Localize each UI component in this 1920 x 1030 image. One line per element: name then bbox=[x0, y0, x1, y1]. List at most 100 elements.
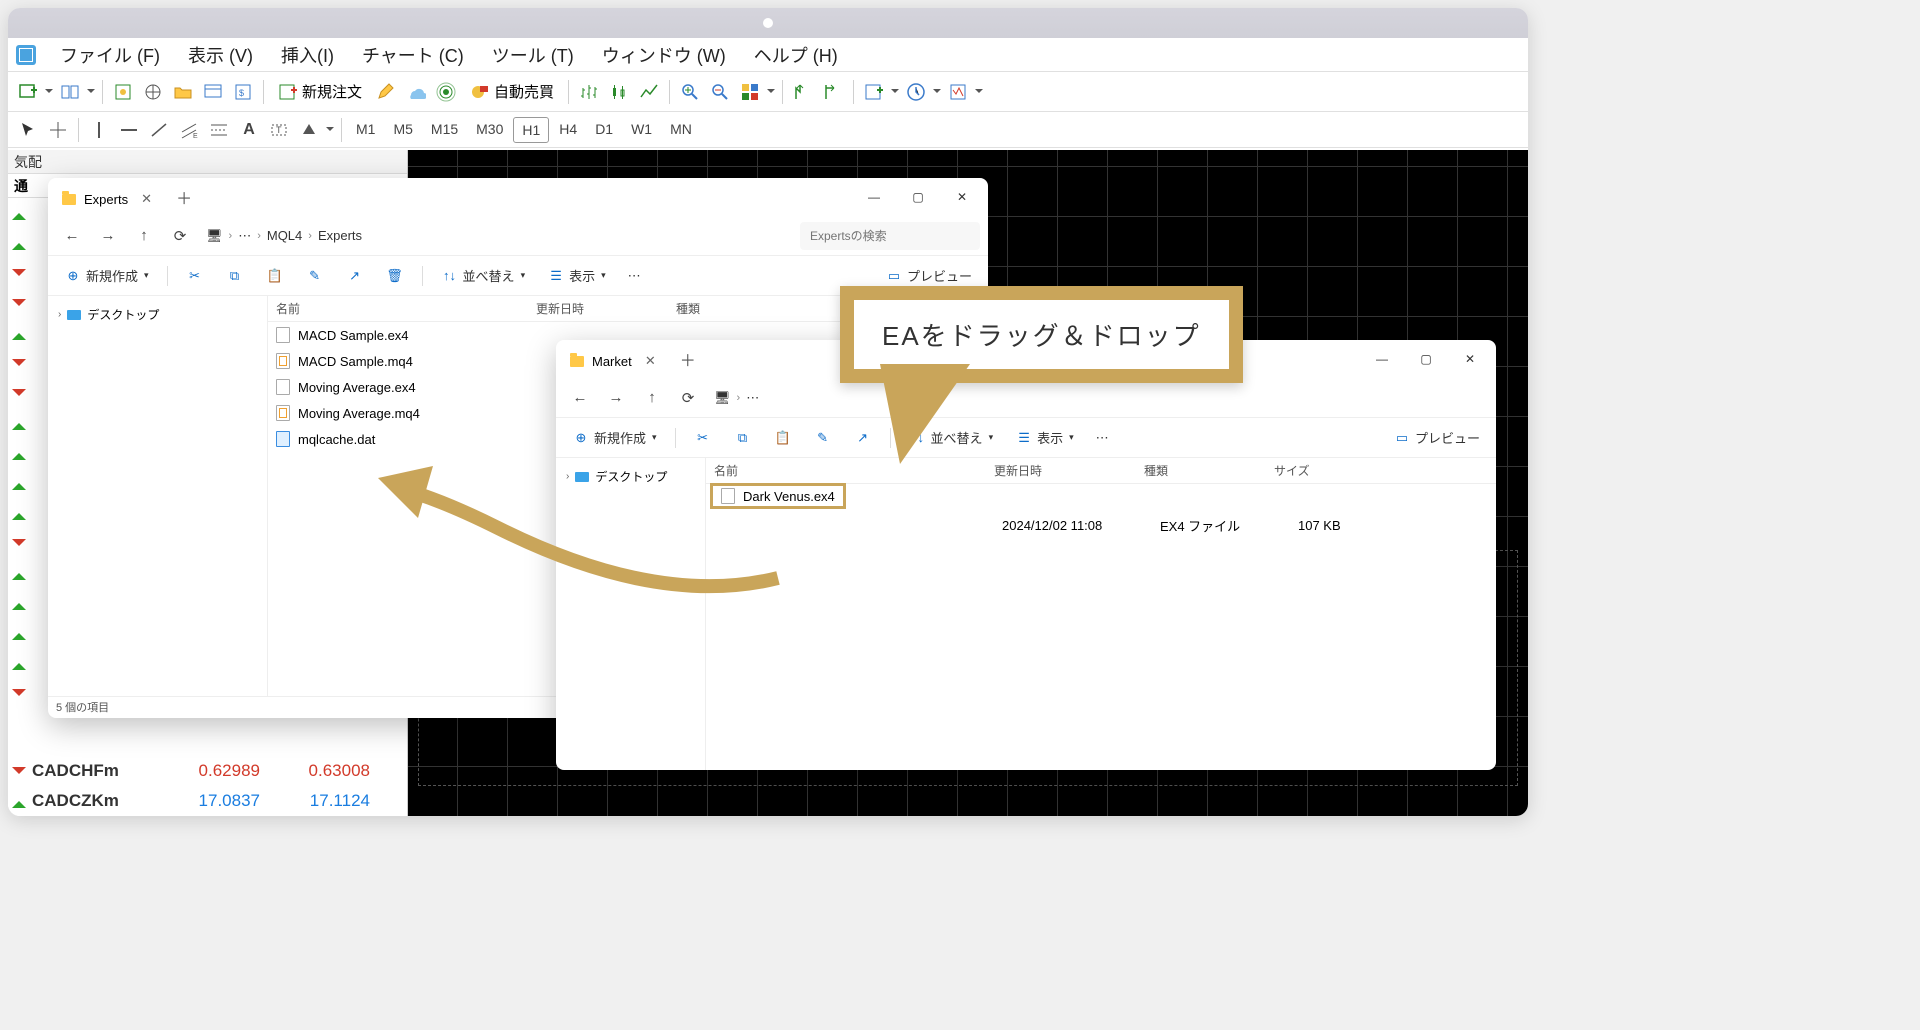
view-button[interactable]: ☰表示▾ bbox=[539, 262, 614, 289]
menu-file[interactable]: ファイル (F) bbox=[48, 38, 172, 72]
metaeditor-button[interactable] bbox=[372, 78, 400, 106]
cut-button[interactable]: ✂ bbox=[686, 425, 720, 451]
breadcrumb[interactable]: 🖥› ⋯ bbox=[708, 390, 765, 406]
data-window-button[interactable] bbox=[139, 78, 167, 106]
market-row-CADCHFm[interactable]: CADCHFm 0.62989 0.63008 bbox=[8, 756, 407, 786]
share-button[interactable]: ↗ bbox=[846, 425, 880, 451]
col-size[interactable]: サイズ bbox=[1266, 458, 1366, 483]
menu-view[interactable]: 表示 (V) bbox=[176, 38, 265, 72]
terminal-button[interactable] bbox=[199, 78, 227, 106]
vline-button[interactable] bbox=[85, 116, 113, 144]
tab-close-icon[interactable]: ✕ bbox=[645, 353, 656, 369]
close-button[interactable]: ✕ bbox=[1448, 344, 1492, 374]
profiles-button[interactable] bbox=[56, 78, 84, 106]
copy-button[interactable]: ⧉ bbox=[218, 263, 252, 289]
up-button[interactable]: ↑ bbox=[128, 220, 160, 252]
rename-button[interactable]: ✎ bbox=[298, 263, 332, 289]
menu-tools[interactable]: ツール (T) bbox=[480, 38, 586, 72]
timeframe-H1[interactable]: H1 bbox=[513, 117, 549, 143]
breadcrumb-item[interactable]: MQL4 bbox=[267, 228, 302, 243]
shift-button[interactable] bbox=[819, 78, 847, 106]
new-chart-dropdown[interactable] bbox=[44, 86, 54, 97]
col-type[interactable]: 種類 bbox=[1136, 458, 1266, 483]
new-button[interactable]: ⊕新規作成▾ bbox=[56, 262, 157, 289]
preview-button[interactable]: ▭プレビュー bbox=[1385, 424, 1488, 451]
zoom-out-button[interactable] bbox=[706, 78, 734, 106]
minimize-button[interactable]: — bbox=[1360, 344, 1404, 374]
breadcrumb-more[interactable]: ⋯ bbox=[238, 228, 251, 244]
timeframe-D1[interactable]: D1 bbox=[587, 117, 621, 143]
shapes-button[interactable] bbox=[295, 116, 323, 144]
explorer-market-window[interactable]: Market✕ ＋ — ▢ ✕ ← → ↑ ⟳ 🖥› ⋯ ⊕新規作成▾ ✂ ⧉ … bbox=[556, 340, 1496, 770]
breadcrumb[interactable]: 🖥› ⋯› MQL4› Experts bbox=[200, 228, 368, 244]
timeframe-W1[interactable]: W1 bbox=[623, 117, 660, 143]
menu-chart[interactable]: チャート (C) bbox=[350, 38, 476, 72]
strategy-tester-button[interactable]: $ bbox=[229, 78, 257, 106]
forward-button[interactable]: → bbox=[600, 382, 632, 414]
templates-dropdown[interactable] bbox=[974, 86, 984, 97]
rename-button[interactable]: ✎ bbox=[806, 425, 840, 451]
timeframe-M30[interactable]: M30 bbox=[468, 117, 511, 143]
scroll-button[interactable] bbox=[789, 78, 817, 106]
timeframe-M15[interactable]: M15 bbox=[423, 117, 466, 143]
cut-button[interactable]: ✂ bbox=[178, 263, 212, 289]
signals-button[interactable] bbox=[432, 78, 460, 106]
hline-button[interactable] bbox=[115, 116, 143, 144]
copy-button[interactable]: ⧉ bbox=[726, 425, 760, 451]
indicators-button[interactable] bbox=[860, 78, 888, 106]
new-tab-button[interactable]: ＋ bbox=[168, 181, 200, 213]
explorer2-tab[interactable]: Market✕ bbox=[560, 348, 664, 375]
breadcrumb-more[interactable]: ⋯ bbox=[746, 390, 759, 406]
paste-button[interactable]: 📋 bbox=[258, 263, 292, 289]
tile-dropdown[interactable] bbox=[766, 86, 776, 97]
col-type[interactable]: 種類 bbox=[668, 296, 808, 321]
candle-chart-button[interactable] bbox=[605, 78, 633, 106]
auto-trade-button[interactable]: 自動売買 bbox=[462, 78, 562, 106]
periodicity-button[interactable] bbox=[902, 78, 930, 106]
paste-button[interactable]: 📋 bbox=[766, 425, 800, 451]
preview-button[interactable]: ▭プレビュー bbox=[877, 262, 980, 289]
channel-button[interactable]: E bbox=[175, 116, 203, 144]
line-chart-button[interactable] bbox=[635, 78, 663, 106]
text-button[interactable]: A bbox=[235, 116, 263, 144]
profiles-dropdown[interactable] bbox=[86, 86, 96, 97]
tab-close-icon[interactable]: ✕ bbox=[141, 191, 152, 207]
breadcrumb-item[interactable]: Experts bbox=[318, 228, 362, 243]
market-row-CADCZKm[interactable]: CADCZKm 17.0837 17.1124 bbox=[8, 786, 407, 816]
share-button[interactable]: ↗ bbox=[338, 263, 372, 289]
trendline-button[interactable] bbox=[145, 116, 173, 144]
new-chart-button[interactable] bbox=[14, 78, 42, 106]
menu-insert[interactable]: 挿入(I) bbox=[269, 38, 346, 72]
sidebar-desktop[interactable]: ›デスクトップ bbox=[48, 302, 267, 327]
menu-window[interactable]: ウィンドウ (W) bbox=[590, 38, 738, 72]
back-button[interactable]: ← bbox=[564, 382, 596, 414]
sort-button[interactable]: ↑↓並べ替え▾ bbox=[433, 262, 534, 289]
refresh-button[interactable]: ⟳ bbox=[164, 220, 196, 252]
explorer1-tab[interactable]: Experts✕ bbox=[52, 186, 160, 213]
new-order-button[interactable]: 新規注文 bbox=[270, 78, 370, 106]
more-button[interactable]: ⋯ bbox=[620, 264, 649, 288]
timeframe-M1[interactable]: M1 bbox=[348, 117, 383, 143]
new-button[interactable]: ⊕新規作成▾ bbox=[564, 424, 665, 451]
new-tab-button[interactable]: ＋ bbox=[672, 343, 704, 375]
zoom-in-button[interactable] bbox=[676, 78, 704, 106]
tile-button[interactable] bbox=[736, 78, 764, 106]
search-input[interactable] bbox=[800, 222, 980, 250]
shapes-dropdown[interactable] bbox=[325, 124, 335, 135]
menu-help[interactable]: ヘルプ (H) bbox=[742, 38, 850, 72]
timeframe-H4[interactable]: H4 bbox=[551, 117, 585, 143]
bar-chart-button[interactable] bbox=[575, 78, 603, 106]
close-button[interactable]: ✕ bbox=[940, 182, 984, 212]
periodicity-dropdown[interactable] bbox=[932, 86, 942, 97]
col-date[interactable]: 更新日時 bbox=[986, 458, 1136, 483]
crosshair-button[interactable] bbox=[44, 116, 72, 144]
forward-button[interactable]: → bbox=[92, 220, 124, 252]
up-button[interactable]: ↑ bbox=[636, 382, 668, 414]
label-button[interactable]: T bbox=[265, 116, 293, 144]
minimize-button[interactable]: — bbox=[852, 182, 896, 212]
maximize-button[interactable]: ▢ bbox=[1404, 344, 1448, 374]
cloud-button[interactable] bbox=[402, 78, 430, 106]
more-button[interactable]: ⋯ bbox=[1088, 426, 1117, 450]
templates-button[interactable] bbox=[944, 78, 972, 106]
navigator-button[interactable] bbox=[169, 78, 197, 106]
